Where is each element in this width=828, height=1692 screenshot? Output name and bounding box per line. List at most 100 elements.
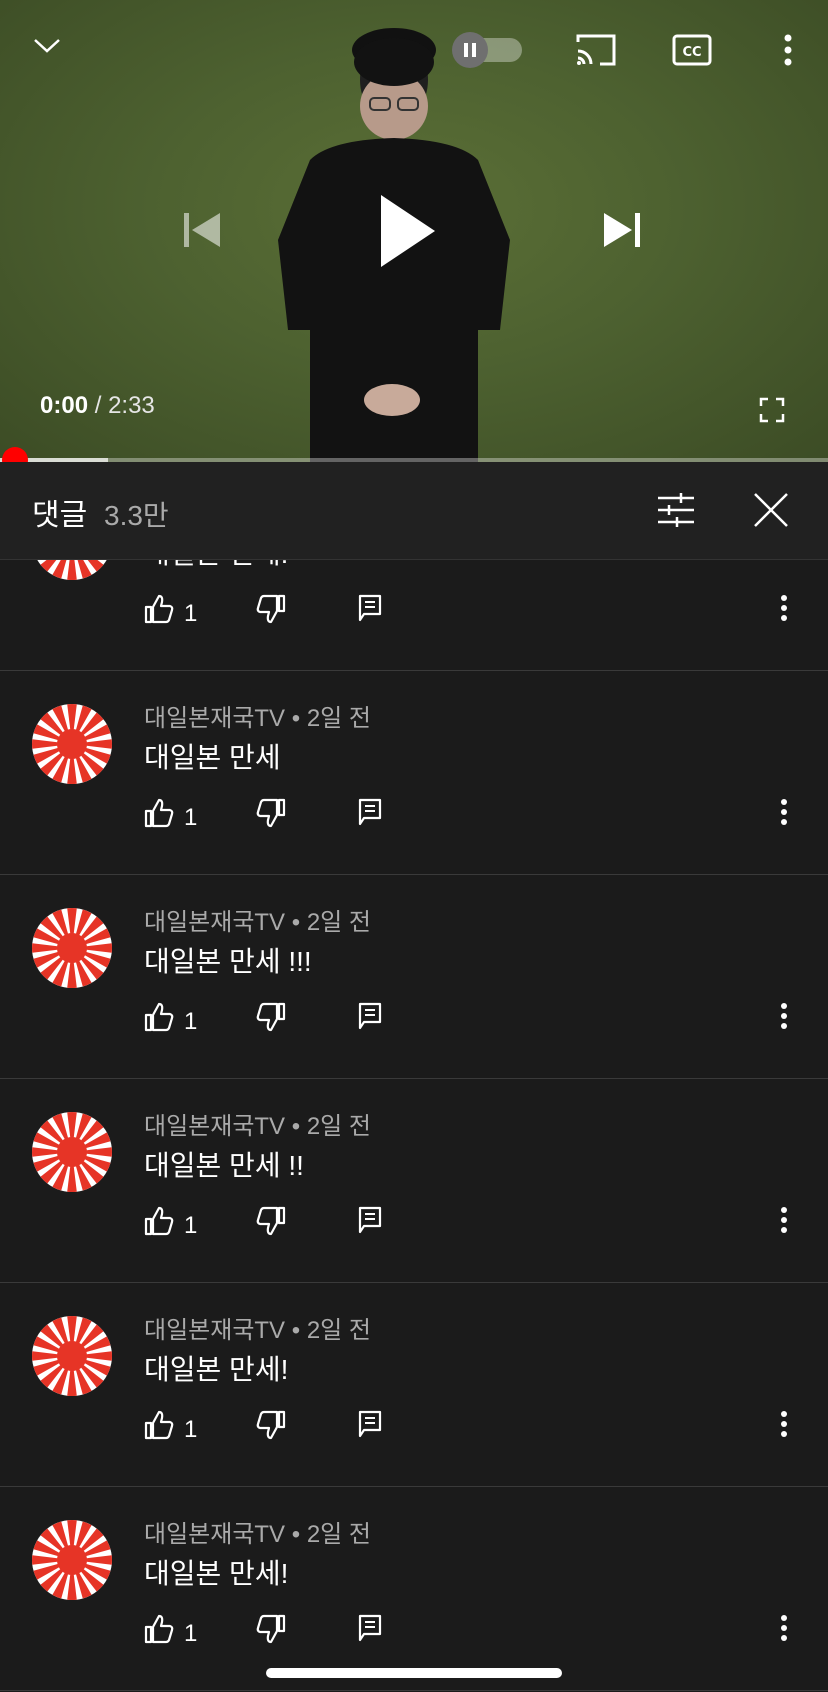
like-button[interactable] bbox=[144, 1206, 174, 1236]
tune-icon bbox=[658, 493, 694, 527]
like-button[interactable] bbox=[144, 798, 174, 828]
comment-more-button[interactable] bbox=[780, 1002, 788, 1030]
reply-button[interactable] bbox=[358, 1206, 382, 1234]
avatar[interactable] bbox=[32, 1316, 112, 1396]
captions-button[interactable]: CC bbox=[668, 28, 716, 72]
comment-author[interactable]: 대일본재국TV bbox=[144, 705, 285, 732]
fullscreen-button[interactable] bbox=[752, 390, 792, 430]
avatar[interactable] bbox=[32, 1112, 112, 1192]
duration: 2:33 bbox=[108, 392, 155, 419]
like-button[interactable] bbox=[144, 1002, 174, 1032]
cc-icon: CC bbox=[672, 34, 712, 66]
cast-button[interactable] bbox=[570, 28, 622, 72]
like-button[interactable] bbox=[144, 594, 174, 624]
like-button[interactable] bbox=[144, 1410, 174, 1440]
comment-actions: 1 bbox=[0, 790, 828, 846]
sort-comments-button[interactable] bbox=[654, 486, 698, 534]
avatar[interactable] bbox=[32, 1520, 112, 1600]
dislike-button[interactable] bbox=[256, 798, 286, 828]
comment-author[interactable]: 대일본재국TV bbox=[144, 1317, 285, 1344]
thumb-down-icon bbox=[256, 1002, 286, 1032]
svg-text:CC: CC bbox=[682, 45, 701, 60]
autoplay-toggle-icon bbox=[452, 32, 522, 68]
more-vert-icon bbox=[781, 595, 787, 621]
avatar-image bbox=[37, 560, 107, 580]
like-count: 1 bbox=[184, 1620, 198, 1647]
comment-time: 2일 전 bbox=[306, 909, 372, 936]
comment-actions: 1 bbox=[0, 1402, 828, 1458]
current-time: 0:00 bbox=[40, 392, 89, 419]
comment-item[interactable]: 대일본재국TV • 2일 전 대일본 만세 !! 1 bbox=[0, 1078, 828, 1283]
comment-meta: 대일본재국TV • 2일 전 bbox=[144, 1106, 371, 1141]
like-count: 1 bbox=[184, 600, 198, 627]
home-indicator[interactable] bbox=[266, 1668, 562, 1678]
avatar[interactable] bbox=[32, 908, 112, 988]
thumb-down-icon bbox=[256, 1614, 286, 1644]
comment-item[interactable]: 대일본재국TV • 2일 전대일본 만세 !!! 1 bbox=[0, 874, 828, 1079]
avatar[interactable] bbox=[32, 560, 112, 580]
reply-icon bbox=[358, 1206, 382, 1234]
dislike-button[interactable] bbox=[256, 1614, 286, 1644]
next-button[interactable] bbox=[596, 202, 648, 258]
previous-button[interactable] bbox=[176, 202, 228, 258]
thumb-up-icon bbox=[144, 1410, 174, 1440]
dislike-button[interactable] bbox=[256, 1206, 286, 1236]
close-comments-button[interactable] bbox=[748, 486, 794, 534]
dislike-button[interactable] bbox=[256, 1002, 286, 1032]
video-player[interactable]: CC 0:00 / 2:33 bbox=[0, 0, 828, 462]
reply-button[interactable] bbox=[358, 594, 382, 622]
skip-next-icon bbox=[604, 213, 640, 247]
comment-text: 대일본 만세! bbox=[144, 560, 288, 572]
comment-text: 대일본 만세! bbox=[144, 1558, 289, 1589]
reply-button[interactable] bbox=[358, 1410, 382, 1438]
comment-author[interactable]: 대일본재국TV bbox=[144, 1113, 285, 1140]
meta-separator: • bbox=[291, 1113, 301, 1140]
like-count: 1 bbox=[184, 1008, 198, 1035]
comment-more-button[interactable] bbox=[780, 1410, 788, 1438]
time-display: 0:00 / 2:33 bbox=[40, 392, 155, 420]
reply-button[interactable] bbox=[358, 1002, 382, 1030]
comment-item[interactable]: 대일본재국TV • 2일 전 대일본 만세! 1 bbox=[0, 1282, 828, 1487]
dislike-button[interactable] bbox=[256, 594, 286, 624]
comment-actions: 1 bbox=[0, 994, 828, 1050]
close-icon bbox=[754, 493, 788, 527]
dislike-button[interactable] bbox=[256, 1410, 286, 1440]
reply-icon bbox=[358, 1614, 382, 1642]
fullscreen-icon bbox=[759, 397, 785, 423]
collapse-button[interactable] bbox=[24, 22, 70, 68]
chevron-down-icon bbox=[34, 39, 60, 53]
comment-meta: 대일본재국TV • 2일 전 bbox=[144, 902, 371, 937]
comment-actions: 1 bbox=[0, 1606, 828, 1662]
comment-item[interactable]: 대일본재국TV • 2일 전대일본 만세! 1 bbox=[0, 1486, 828, 1691]
like-count: 1 bbox=[184, 804, 198, 831]
comment-more-button[interactable] bbox=[780, 594, 788, 622]
comment-item[interactable]: 대일본재국TV • 2일 전 대일본 만세 1 bbox=[0, 670, 828, 875]
comment-time: 2일 전 bbox=[306, 1113, 372, 1140]
comment-more-button[interactable] bbox=[780, 798, 788, 826]
play-button[interactable] bbox=[372, 186, 442, 276]
thumb-up-icon bbox=[144, 1206, 174, 1236]
more-vert-icon bbox=[781, 799, 787, 825]
reply-button[interactable] bbox=[358, 1614, 382, 1642]
autoplay-toggle[interactable] bbox=[450, 32, 526, 68]
player-more-button[interactable] bbox=[770, 26, 806, 74]
reply-button[interactable] bbox=[358, 798, 382, 826]
avatar[interactable] bbox=[32, 704, 112, 784]
comment-text: 대일본 만세 !!! bbox=[144, 946, 312, 977]
reply-icon bbox=[358, 1410, 382, 1438]
comments-list[interactable]: 대일본 만세!1대일본재국TV • 2일 전대일본 만세1대일본재국TV • 2… bbox=[0, 560, 828, 1692]
comment-more-button[interactable] bbox=[780, 1206, 788, 1234]
avatar-image bbox=[32, 1316, 112, 1396]
comment-author[interactable]: 대일본재국TV bbox=[144, 909, 285, 936]
comment-item[interactable]: 대일본 만세! 1 bbox=[0, 560, 828, 671]
comment-more-button[interactable] bbox=[780, 1614, 788, 1642]
comment-author[interactable]: 대일본재국TV bbox=[144, 1521, 285, 1548]
like-button[interactable] bbox=[144, 1614, 174, 1644]
play-icon bbox=[381, 195, 435, 267]
comment-time: 2일 전 bbox=[306, 705, 372, 732]
thumb-up-icon bbox=[144, 1614, 174, 1644]
thumb-down-icon bbox=[256, 1410, 286, 1440]
meta-separator: • bbox=[291, 1317, 301, 1344]
comment-text: 대일본 만세 !! bbox=[144, 1150, 304, 1181]
comment-meta: 대일본재국TV • 2일 전 bbox=[144, 1514, 371, 1549]
